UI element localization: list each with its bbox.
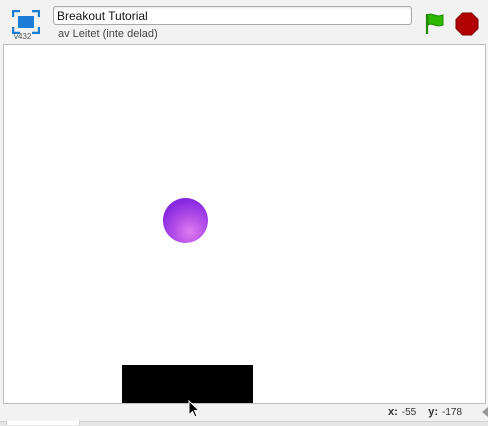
project-title-input[interactable] [53,6,412,25]
author-label: av Leitet (inte delad) [58,28,158,40]
stop-icon [455,12,479,36]
stop-button[interactable] [455,12,479,36]
green-flag-button[interactable] [423,12,447,36]
green-flag-icon [425,13,444,34]
fullscreen-icon [11,9,41,35]
version-label: v432 [14,32,32,41]
mouse-cursor-icon [188,400,200,418]
mouse-coordinates: x: -55 y: -178 [388,406,474,418]
stage[interactable] [3,44,486,404]
fullscreen-button[interactable] [11,9,41,35]
paddle-sprite[interactable] [122,365,253,403]
x-value: -55 [401,407,417,418]
ball-sprite[interactable] [163,198,208,243]
scroll-left-arrow-icon[interactable] [481,406,488,418]
y-value: -178 [442,407,463,418]
bottom-tab[interactable] [6,421,80,425]
player-header: v432 av Leitet (inte delad) [0,0,488,44]
x-label: x: [388,406,398,418]
y-label: y: [428,406,439,418]
